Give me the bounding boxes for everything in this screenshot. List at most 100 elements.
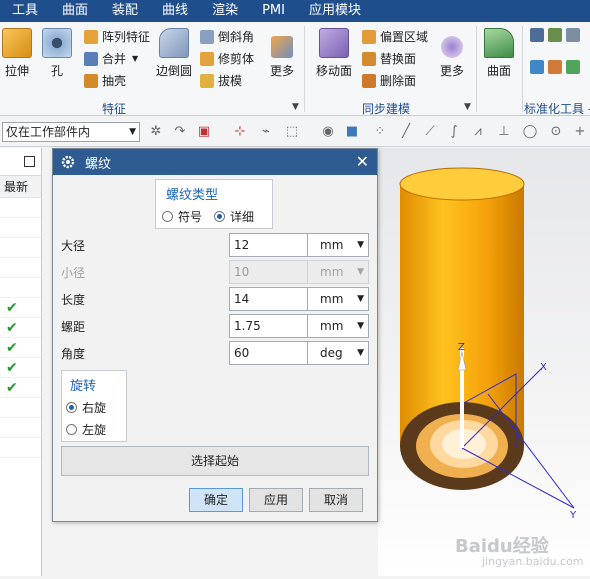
thread-type-detailed-radio[interactable]: 详细 <box>214 208 254 225</box>
line-snap-icon[interactable]: ╱ <box>398 125 414 139</box>
parameter-row: 小径 10 mm ▼ <box>61 260 369 284</box>
offset-region-button[interactable]: 偏置区域 <box>362 28 428 45</box>
z-axis-label: Z <box>458 342 465 353</box>
control-point-icon[interactable]: ⩘ <box>470 125 486 139</box>
curve-snap-icon[interactable]: ∫ <box>446 125 462 139</box>
rotation-left-hand-radio[interactable]: 左旋 <box>66 421 106 438</box>
trim-body-icon <box>200 51 214 66</box>
menu-surface[interactable]: 曲面 <box>50 0 100 22</box>
unite-button[interactable]: 合并 ▼ <box>84 50 138 67</box>
edge-blend-button[interactable]: 边倒圆 <box>156 28 192 79</box>
std-tool-button-1[interactable] <box>530 28 584 42</box>
quadrant-icon[interactable]: ⊙ <box>548 125 564 139</box>
ribbon-separator <box>522 26 523 112</box>
pattern-feature-button[interactable]: 阵列特征 <box>84 28 150 45</box>
ok-button[interactable]: 确定 <box>189 488 243 512</box>
menu-curve[interactable]: 曲线 <box>150 0 200 22</box>
menu-tools[interactable]: 工具 <box>0 0 50 22</box>
replace-face-icon <box>362 51 376 66</box>
filter-icon[interactable]: ✲ <box>148 125 164 139</box>
menu-render[interactable]: 渲染 <box>200 0 250 22</box>
add-icon[interactable]: + <box>572 125 588 139</box>
center-point-icon[interactable]: ◯ <box>522 125 538 139</box>
maximize-icon[interactable] <box>24 156 35 167</box>
unit-dropdown[interactable]: mm ▼ <box>307 233 369 257</box>
point-snap-icon[interactable]: ⊹ <box>232 125 248 139</box>
hole-button[interactable]: 孔 <box>42 28 72 79</box>
feature-more-button[interactable]: 更多 <box>270 28 294 79</box>
thread-type-symbolic-radio[interactable]: 符号 <box>162 208 202 225</box>
shell-button[interactable]: 抽壳 <box>84 72 126 89</box>
graphics-viewport[interactable]: Z X Y <box>378 148 590 576</box>
unite-icon <box>84 51 98 66</box>
box-select-icon[interactable]: ⬚ <box>284 125 300 139</box>
select-start-button[interactable]: 选择起始 <box>61 446 369 476</box>
apply-button[interactable]: 应用 <box>249 488 303 512</box>
navigator-row[interactable] <box>0 218 41 238</box>
feature-group-expand-icon[interactable]: ▼ <box>292 102 299 112</box>
extrude-button[interactable]: 拉伸 <box>2 28 32 79</box>
gear-icon[interactable] <box>61 155 75 169</box>
sync-more-button[interactable]: 更多 <box>440 28 464 79</box>
dialog-titlebar[interactable]: 螺纹 ✕ <box>53 149 377 175</box>
cancel-button[interactable]: 取消 <box>309 488 363 512</box>
delete-face-button[interactable]: 删除面 <box>362 72 416 89</box>
chamfer-button[interactable]: 倒斜角 <box>200 28 254 45</box>
parameter-label: 螺距 <box>61 320 86 334</box>
sync-group-label: 同步建模 <box>362 102 411 116</box>
unit-label: mm <box>320 238 344 252</box>
selection-scope-dropdown[interactable]: 仅在工作部件内 ▼ <box>2 122 140 142</box>
rotation-header: 旋转 <box>70 379 97 394</box>
parameter-value-input[interactable]: 14 <box>229 287 307 311</box>
navigator-column-header[interactable]: 最新 <box>0 176 41 198</box>
sync-group-expand-icon[interactable]: ▼ <box>464 102 471 112</box>
move-face-button[interactable]: 移动面 <box>316 28 352 79</box>
intersect-icon[interactable]: ⊥ <box>496 125 512 139</box>
navigator-row[interactable] <box>0 438 41 458</box>
thread-dialog: 螺纹 ✕ 螺纹类型 符号 详细 大径 12 mm ▼ 小径 10 mm ▼ 长度 14 mm ▼ 螺距 1… <box>52 148 378 522</box>
navigator-row[interactable]: ✔ <box>0 358 41 378</box>
rotation-right-hand-radio[interactable]: 右旋 <box>66 399 106 416</box>
navigator-row[interactable]: ✔ <box>0 318 41 338</box>
draft-button[interactable]: 拔模 <box>200 72 242 89</box>
navigator-row[interactable] <box>0 398 41 418</box>
select-region-icon[interactable]: ▣ <box>196 125 212 139</box>
surface-button[interactable]: 曲面 <box>484 28 514 79</box>
navigator-row[interactable] <box>0 258 41 278</box>
navigator-row[interactable] <box>0 238 41 258</box>
cylinder-top-face <box>399 167 525 201</box>
parameter-value-input[interactable]: 1.75 <box>229 314 307 338</box>
cube-icon[interactable]: ■ <box>344 125 360 139</box>
navigator-row[interactable] <box>0 198 41 218</box>
std-tool-button-2[interactable] <box>530 60 584 74</box>
close-icon[interactable]: ✕ <box>356 152 369 171</box>
chevron-down-icon: ▼ <box>129 127 136 137</box>
grid-snap-icon[interactable]: ⁘ <box>372 125 388 139</box>
move-face-icon <box>319 28 349 58</box>
std-tool-icon <box>548 28 562 42</box>
intent-icon[interactable]: ⌁ <box>258 125 274 139</box>
menu-assembly[interactable]: 装配 <box>100 0 150 22</box>
navigator-row[interactable]: ✔ <box>0 338 41 358</box>
menu-pmi[interactable]: PMI <box>250 0 297 22</box>
navigator-row[interactable]: ✔ <box>0 298 41 318</box>
unit-dropdown[interactable]: mm ▼ <box>307 314 369 338</box>
parameter-value-input[interactable]: 12 <box>229 233 307 257</box>
unit-dropdown[interactable]: deg ▼ <box>307 341 369 365</box>
radio-icon <box>162 211 173 222</box>
navigator-row[interactable]: ✔ <box>0 378 41 398</box>
part-navigator: 最新 ✔ ✔ ✔ ✔ ✔ <box>0 148 42 576</box>
navigator-row[interactable] <box>0 278 41 298</box>
endpoint-icon[interactable]: ⟋ <box>422 125 438 139</box>
chevron-down-icon: ▼ <box>357 267 364 277</box>
trim-body-button[interactable]: 修剪体 <box>200 50 254 67</box>
replace-face-button[interactable]: 替换面 <box>362 50 416 67</box>
snap-icon[interactable]: ↷ <box>172 125 188 139</box>
menu-application[interactable]: 应用模块 <box>297 0 373 22</box>
navigator-row[interactable] <box>0 418 41 438</box>
shell-icon <box>84 73 98 88</box>
view-icon[interactable]: ◉ <box>320 125 336 139</box>
parameter-value-input[interactable]: 60 <box>229 341 307 365</box>
radio-icon <box>66 424 77 435</box>
unit-dropdown[interactable]: mm ▼ <box>307 287 369 311</box>
